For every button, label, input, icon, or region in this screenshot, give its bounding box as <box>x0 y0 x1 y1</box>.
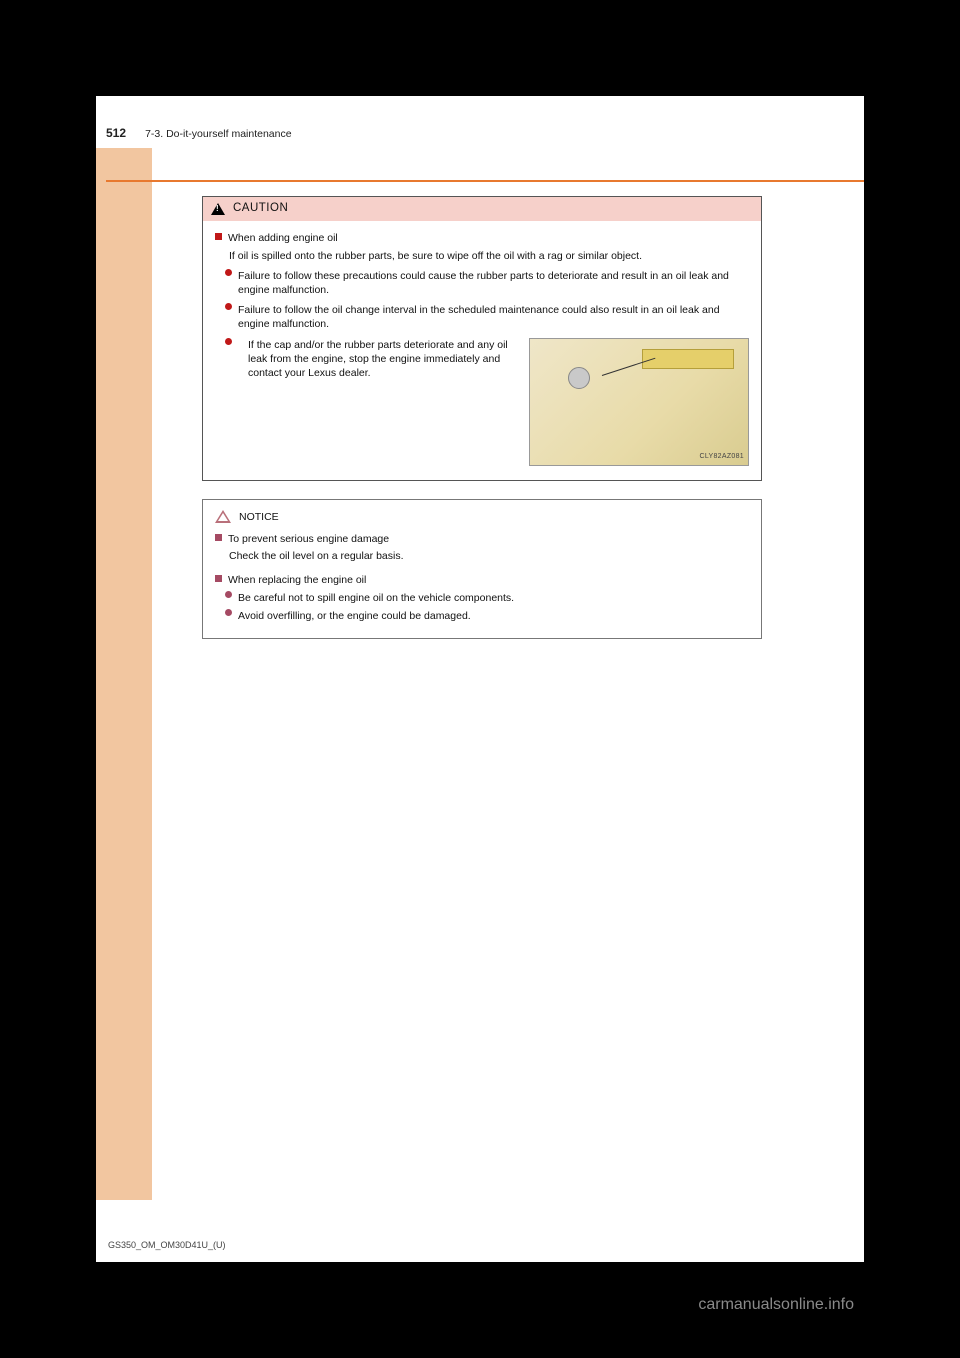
warning-triangle-icon <box>211 203 225 215</box>
notice-bullet-text: Be careful not to spill engine oil on th… <box>238 591 749 605</box>
caution-bullet-text: Failure to follow the oil change interva… <box>238 303 749 331</box>
notice-box: NOTICE To prevent serious engine damage … <box>202 499 762 639</box>
content-area: CAUTION When adding engine oil If oil is… <box>202 196 762 639</box>
notice-section: To prevent serious engine damage Check t… <box>215 532 749 563</box>
dot-bullet-icon <box>225 591 232 598</box>
notice-triangle-icon <box>215 510 231 523</box>
notice-heading: To prevent serious engine damage <box>228 533 389 545</box>
side-tab <box>96 148 152 1200</box>
dot-bullet-icon <box>225 269 232 276</box>
caution-label: CAUTION <box>233 201 288 217</box>
notice-text: Check the oil level on a regular basis. <box>229 549 749 563</box>
caution-header: CAUTION <box>203 197 761 221</box>
square-bullet-icon <box>215 534 222 541</box>
notice-header: NOTICE <box>215 510 749 524</box>
caution-bullet-text: Failure to follow these precautions coul… <box>238 269 749 297</box>
notice-section: When replacing the engine oil Be careful… <box>215 573 749 624</box>
page-header: 512 7-3. Do-it-yourself maintenance <box>106 126 854 140</box>
caution-intro: If oil is spilled onto the rubber parts,… <box>229 249 749 263</box>
footer-ref: GS350_OM_OM30D41U_(U) <box>108 1240 226 1250</box>
watermark: carmanualsonline.info <box>698 1296 854 1314</box>
image-reference: CLY82AZ081 <box>699 452 744 461</box>
caution-bullet-text: If the cap and/or the rubber parts deter… <box>248 338 519 381</box>
notice-label: NOTICE <box>239 510 279 524</box>
caution-bullet-row: Failure to follow the oil change interva… <box>225 303 749 331</box>
caution-bullet-with-image: If the cap and/or the rubber parts deter… <box>225 338 749 466</box>
oil-cap-icon <box>568 367 590 389</box>
dot-bullet-icon <box>225 338 232 345</box>
caution-heading: When adding engine oil <box>215 231 749 245</box>
caution-bullet-row: Failure to follow these precautions coul… <box>225 269 749 297</box>
section-path: 7-3. Do-it-yourself maintenance <box>145 128 291 140</box>
dot-bullet-icon <box>225 303 232 310</box>
page-number: 512 <box>106 126 126 140</box>
inset-detail-icon <box>642 349 734 369</box>
dot-bullet-icon <box>225 609 232 616</box>
caution-box: CAUTION When adding engine oil If oil is… <box>202 196 762 481</box>
caution-heading-text: When adding engine oil <box>228 232 338 244</box>
square-bullet-icon <box>215 233 222 240</box>
page: 512 7-3. Do-it-yourself maintenance CAUT… <box>96 96 864 1262</box>
caution-body: When adding engine oil If oil is spilled… <box>203 221 761 480</box>
notice-bullet-row: Be careful not to spill engine oil on th… <box>225 591 749 605</box>
square-bullet-icon <box>215 575 222 582</box>
notice-bullet-text: Avoid overfilling, or the engine could b… <box>238 609 749 623</box>
notice-bullet-row: Avoid overfilling, or the engine could b… <box>225 609 749 623</box>
notice-heading: When replacing the engine oil <box>228 574 366 586</box>
engine-oil-cap-illustration: CLY82AZ081 <box>529 338 749 466</box>
header-rule <box>106 180 864 182</box>
